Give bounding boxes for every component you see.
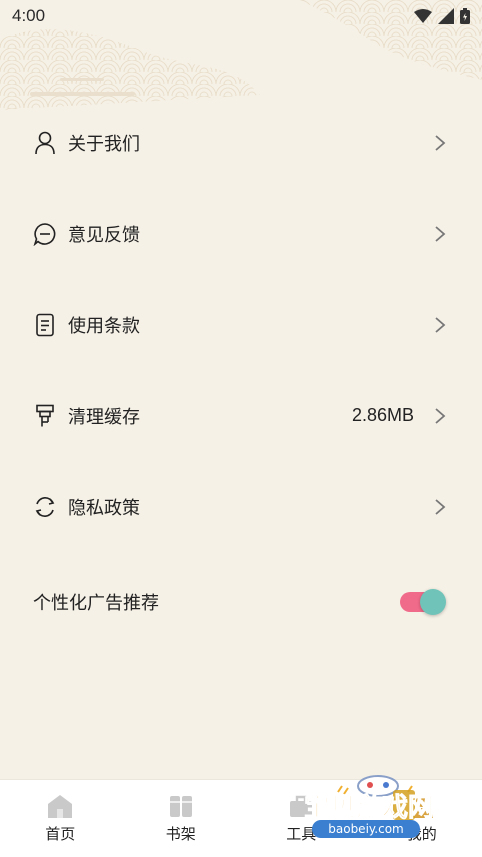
- battery-icon: [460, 8, 470, 24]
- cache-size-value: 2.86MB: [351, 405, 414, 425]
- nav-label: 我的: [406, 826, 437, 843]
- menu-item-about[interactable]: 关于我们: [0, 97, 482, 188]
- bookshelf-icon: [169, 796, 192, 817]
- menu-item-label: 使用条款: [68, 315, 140, 336]
- settings-menu: 关于我们 意见反馈 使用条款 清理缓存 2.86MB 隐私政策: [0, 97, 482, 552]
- menu-item-label: 关于我们: [68, 133, 140, 154]
- menu-item-label: 隐私政策: [68, 497, 140, 518]
- signal-icon: [438, 8, 454, 24]
- wifi-icon: [414, 9, 432, 23]
- menu-item-label: 意见反馈: [68, 224, 140, 245]
- menu-item-privacy[interactable]: 隐私政策: [0, 461, 482, 552]
- chevron-right-icon: [435, 134, 446, 151]
- personalized-ads-row: 个性化广告推荐: [0, 570, 482, 634]
- nav-label: 书架: [165, 826, 196, 843]
- status-bar: 4:00: [0, 0, 482, 32]
- nav-label: 首页: [45, 826, 76, 843]
- toolbox-icon: [290, 795, 313, 817]
- status-time: 4:00: [12, 6, 46, 25]
- personalized-ads-label: 个性化广告推荐: [33, 593, 159, 613]
- feedback-icon: [33, 222, 57, 246]
- document-icon: [33, 313, 57, 337]
- menu-item-clear-cache[interactable]: 清理缓存 2.86MB: [0, 370, 482, 461]
- profile-icon: [410, 795, 433, 818]
- chevron-right-icon: [435, 407, 446, 424]
- nav-item-bookshelf[interactable]: 书架: [121, 780, 242, 857]
- menu-item-label: 清理缓存: [68, 406, 140, 427]
- chevron-right-icon: [435, 225, 446, 242]
- home-icon: [48, 795, 73, 818]
- nav-item-tools[interactable]: 工具: [241, 780, 362, 857]
- personalized-ads-toggle[interactable]: [400, 589, 446, 615]
- toggle-knob: [420, 589, 446, 615]
- nav-label: 工具: [286, 826, 317, 843]
- nav-item-profile[interactable]: 我的: [362, 780, 482, 857]
- refresh-icon: [33, 495, 57, 519]
- menu-item-terms[interactable]: 使用条款: [0, 279, 482, 370]
- brush-icon: [33, 404, 57, 428]
- menu-item-feedback[interactable]: 意见反馈: [0, 188, 482, 279]
- bottom-nav: 首页 书架 工具 我的: [0, 779, 482, 857]
- nav-item-home[interactable]: 首页: [0, 780, 121, 857]
- chevron-right-icon: [435, 498, 446, 515]
- chevron-right-icon: [435, 316, 446, 333]
- person-icon: [33, 131, 57, 155]
